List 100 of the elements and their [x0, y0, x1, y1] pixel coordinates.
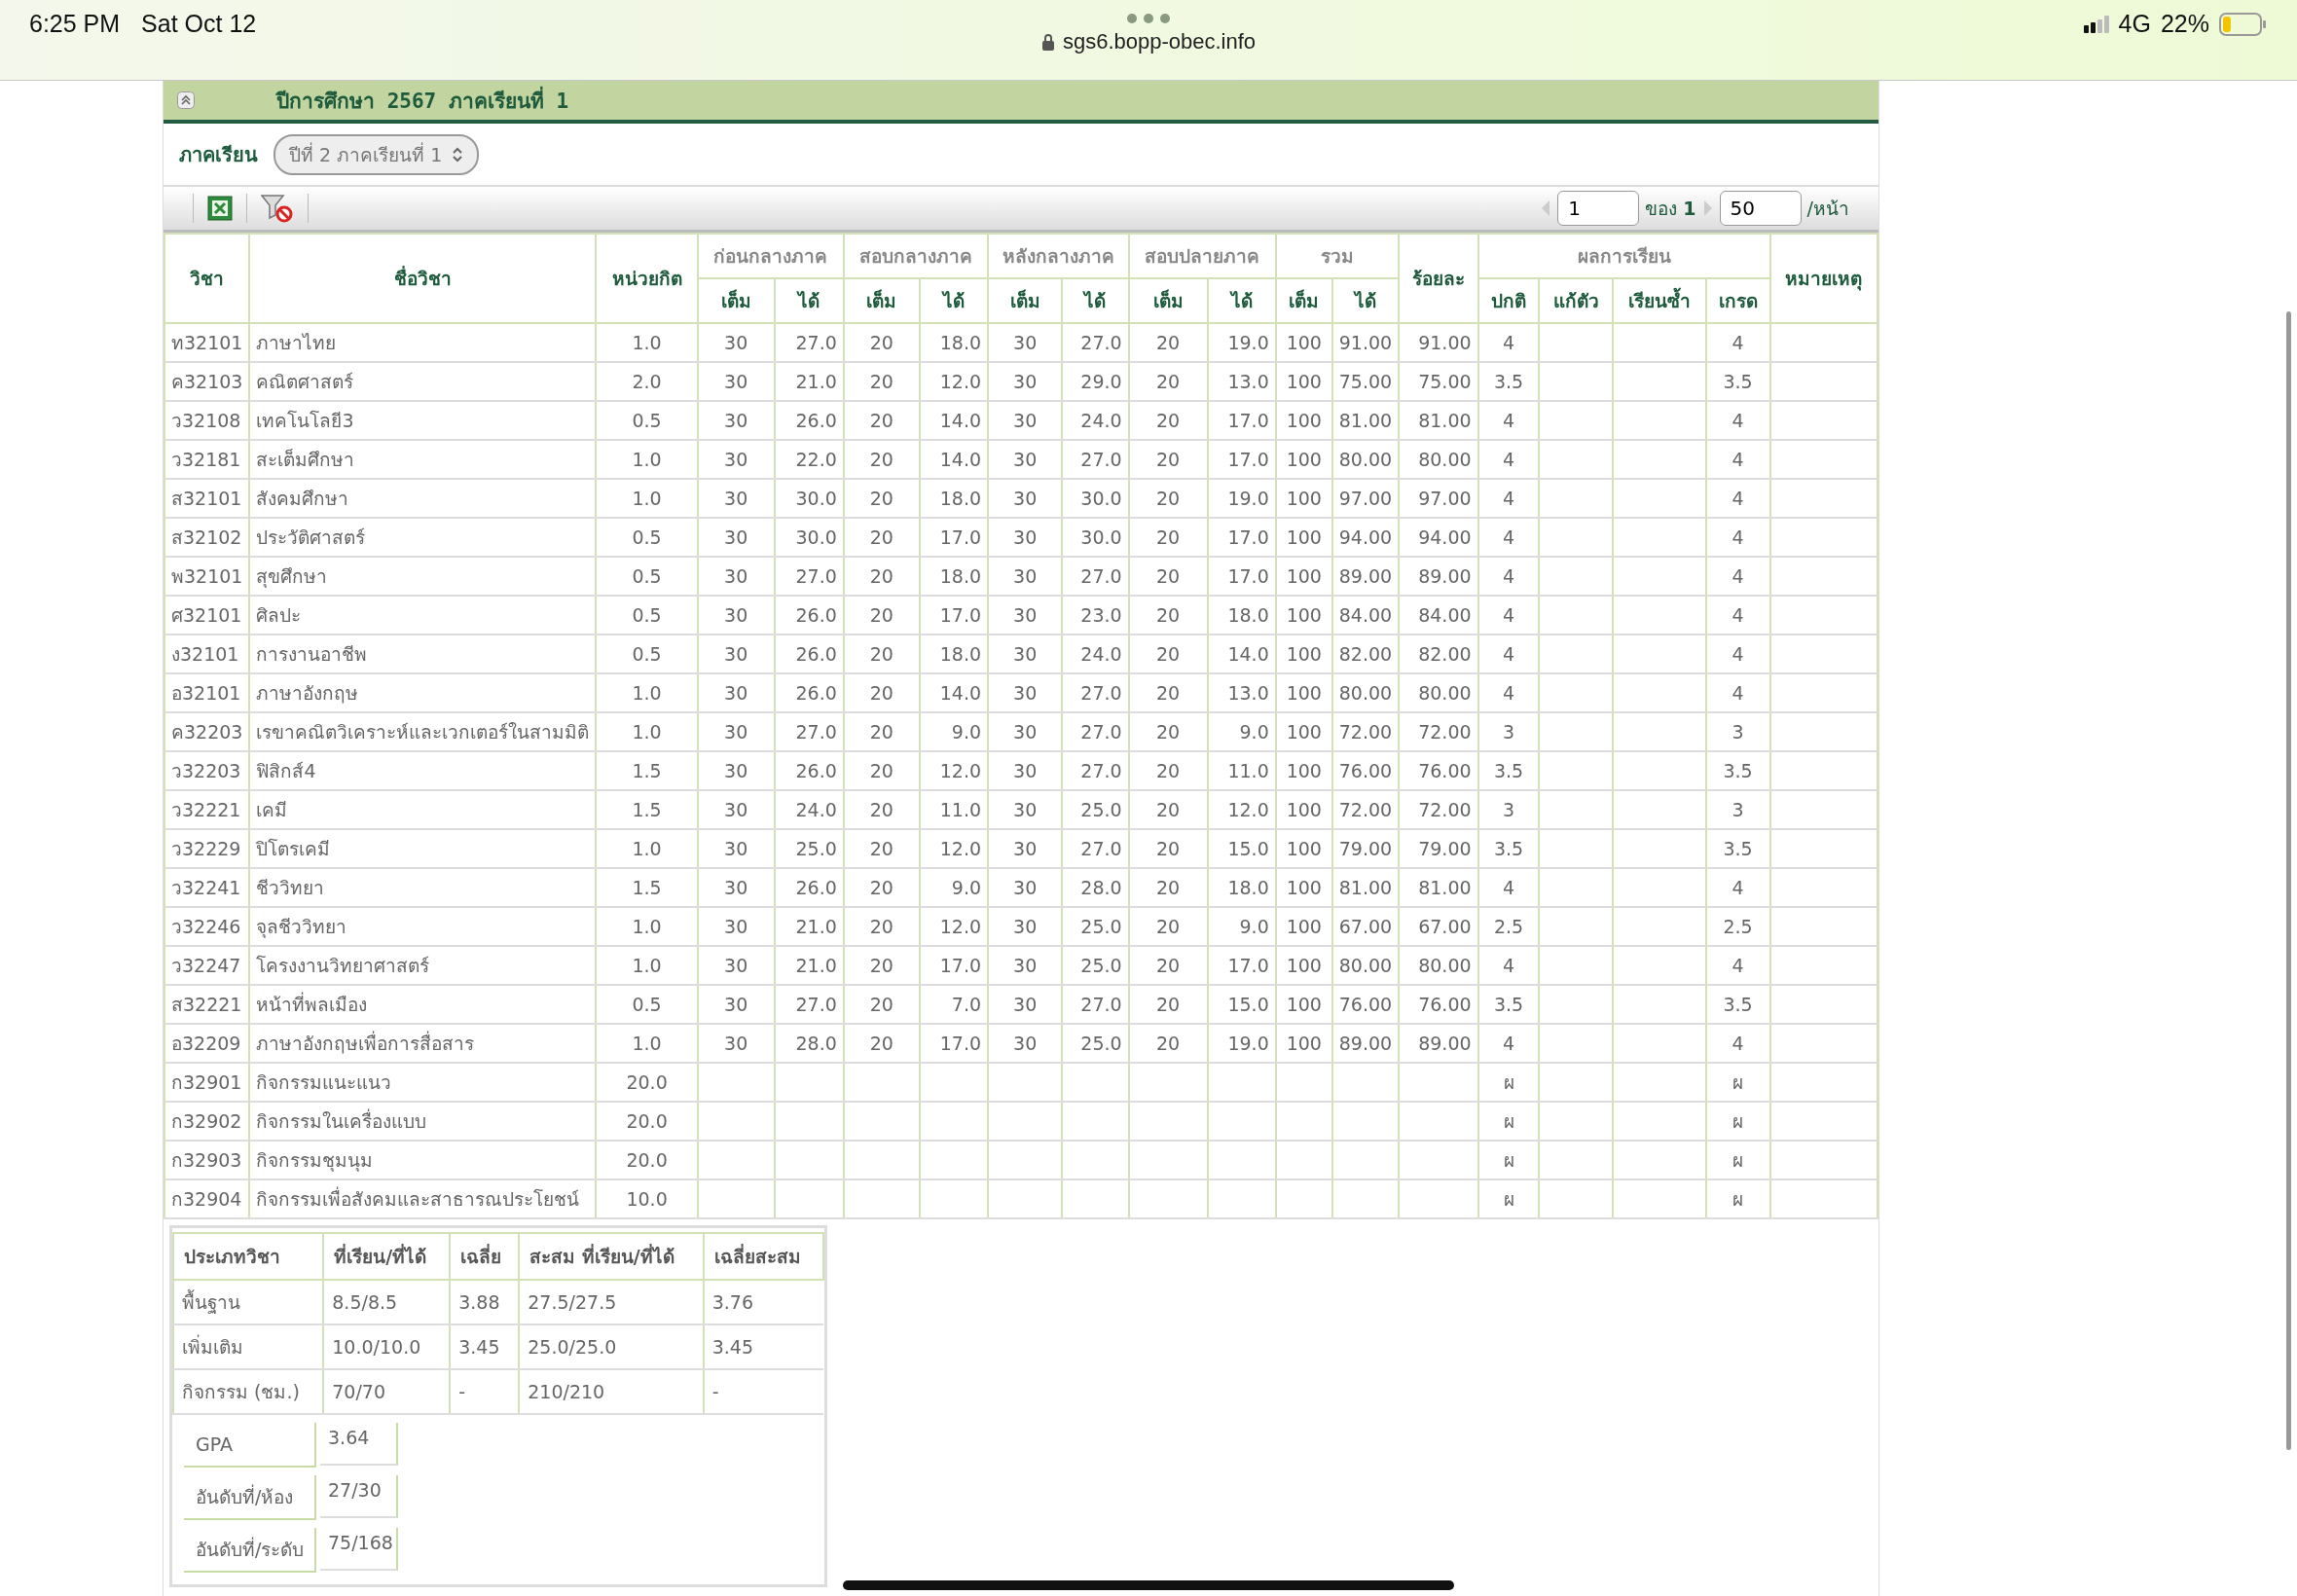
- table-cell: 20.0: [596, 1063, 698, 1102]
- table-cell: 9.0: [1207, 712, 1276, 751]
- table-cell: 12.0: [1207, 790, 1276, 829]
- table-cell: 20: [1128, 673, 1208, 712]
- table-cell: 0.5: [596, 401, 698, 440]
- table-cell: 20: [843, 557, 920, 596]
- table-cell: 0.5: [596, 518, 698, 557]
- table-cell: 72.00: [1331, 712, 1400, 751]
- table-cell: 8.5/8.5: [323, 1280, 451, 1324]
- table-cell: ผ: [1477, 1063, 1540, 1102]
- next-page-icon[interactable]: [1701, 200, 1714, 217]
- table-cell: 18.0: [919, 323, 989, 362]
- column-group-header: หลังกลางภาค: [988, 234, 1129, 278]
- semester-select[interactable]: ปีที่ 2 ภาคเรียนที่ 1: [273, 133, 480, 175]
- table-cell: 20: [843, 673, 920, 712]
- table-cell: 30: [697, 518, 775, 557]
- page-size-field[interactable]: 50: [1719, 191, 1802, 226]
- column-header: หน่วยกิต: [596, 234, 698, 323]
- table-cell: 20: [1128, 323, 1208, 362]
- table-cell: 11.0: [1207, 751, 1276, 790]
- table-cell: 30: [988, 790, 1063, 829]
- table-cell: 97.00: [1399, 479, 1478, 518]
- table-cell: ชีววิทยา: [249, 868, 597, 907]
- previous-page-icon[interactable]: [1540, 200, 1552, 217]
- table-cell: 30: [988, 323, 1063, 362]
- column-header: ปกติ: [1477, 278, 1540, 323]
- table-cell: เพิ่มเติม: [173, 1324, 324, 1369]
- collapse-icon[interactable]: [177, 91, 195, 109]
- table-cell: 3: [1477, 790, 1540, 829]
- table-cell: 29.0: [1062, 362, 1129, 401]
- table-cell: 1.5: [596, 790, 698, 829]
- stat-value: 3.64: [320, 1423, 398, 1466]
- table-cell: 100: [1275, 985, 1332, 1024]
- table-cell: 28.0: [1062, 868, 1129, 907]
- table-cell: 97.00: [1331, 479, 1400, 518]
- table-cell: 7.0: [919, 985, 989, 1024]
- table-cell: 27.0: [1062, 557, 1129, 596]
- table-cell: 94.00: [1399, 518, 1478, 557]
- table-cell: 19.0: [1207, 323, 1276, 362]
- url-text[interactable]: sgs6.bopp-obec.info: [1062, 29, 1257, 54]
- table-cell: 20: [843, 829, 920, 868]
- table-cell: 1.0: [596, 907, 698, 946]
- table-cell: 4: [1477, 323, 1540, 362]
- table-cell: 20: [843, 479, 920, 518]
- table-cell: 14.0: [919, 401, 989, 440]
- table-cell: ประวัติศาสตร์: [249, 518, 597, 557]
- table-cell: 27.0: [1062, 323, 1129, 362]
- table-cell: 3.5: [1477, 829, 1540, 868]
- table-cell: 80.00: [1331, 946, 1400, 985]
- column-header: สะสม ที่เรียน/ที่ได้: [519, 1233, 704, 1280]
- table-cell: ผ: [1477, 1141, 1540, 1179]
- table-cell: 67.00: [1331, 907, 1400, 946]
- table-cell: 72.00: [1399, 790, 1478, 829]
- excel-export-icon[interactable]: [207, 196, 233, 221]
- table-cell: ผ: [1705, 1102, 1770, 1141]
- clear-filter-icon[interactable]: [261, 194, 294, 223]
- table-cell: 30: [988, 1024, 1063, 1063]
- table-cell: 30.0: [1062, 479, 1129, 518]
- table-cell: 1.0: [596, 712, 698, 751]
- scrollbar[interactable]: [2286, 311, 2291, 1450]
- column-header: ที่เรียน/ที่ได้: [323, 1233, 451, 1280]
- table-cell: 25.0: [1062, 946, 1129, 985]
- table-cell: 100: [1275, 479, 1332, 518]
- column-header: ได้: [774, 278, 844, 323]
- table-cell: ก32901: [164, 1063, 250, 1102]
- table-cell: 25.0/25.0: [519, 1324, 704, 1369]
- table-cell: 30: [697, 946, 775, 985]
- column-header: เต็ม: [697, 278, 775, 323]
- table-cell: 19.0: [1207, 1024, 1276, 1063]
- table-cell: 17.0: [919, 518, 989, 557]
- column-header: เต็ม: [843, 278, 920, 323]
- table-cell: 20: [843, 946, 920, 985]
- table-cell: 80.00: [1331, 440, 1400, 479]
- table-cell: 79.00: [1399, 829, 1478, 868]
- column-header: เฉลี่ย: [450, 1233, 520, 1280]
- table-cell: 12.0: [919, 829, 989, 868]
- table-cell: 20: [1128, 479, 1208, 518]
- table-cell: 30: [697, 479, 775, 518]
- table-cell: 0.5: [596, 596, 698, 635]
- table-cell: 27.0: [1062, 440, 1129, 479]
- table-cell: 20: [1128, 401, 1208, 440]
- table-cell: 3.5: [1705, 751, 1770, 790]
- table-cell: 20: [1128, 829, 1208, 868]
- table-cell: 3.5: [1477, 751, 1540, 790]
- table-cell: 17.0: [1207, 401, 1276, 440]
- table-cell: 14.0: [1207, 635, 1276, 673]
- table-cell: 84.00: [1331, 596, 1400, 635]
- column-header: เต็ม: [1275, 278, 1332, 323]
- table-cell: 12.0: [919, 907, 989, 946]
- table-cell: 100: [1275, 401, 1332, 440]
- table-cell: 27.0: [1062, 829, 1129, 868]
- battery-icon: [2219, 12, 2268, 36]
- status-date: Sat Oct 12: [141, 10, 257, 38]
- table-cell: 24.0: [774, 790, 844, 829]
- table-cell: 4: [1705, 946, 1770, 985]
- more-dots-icon[interactable]: [1127, 14, 1170, 23]
- page-number-field[interactable]: 1: [1557, 191, 1640, 226]
- table-cell: 84.00: [1399, 596, 1478, 635]
- table-cell: 4: [1477, 635, 1540, 673]
- table-cell: 27.0: [1062, 751, 1129, 790]
